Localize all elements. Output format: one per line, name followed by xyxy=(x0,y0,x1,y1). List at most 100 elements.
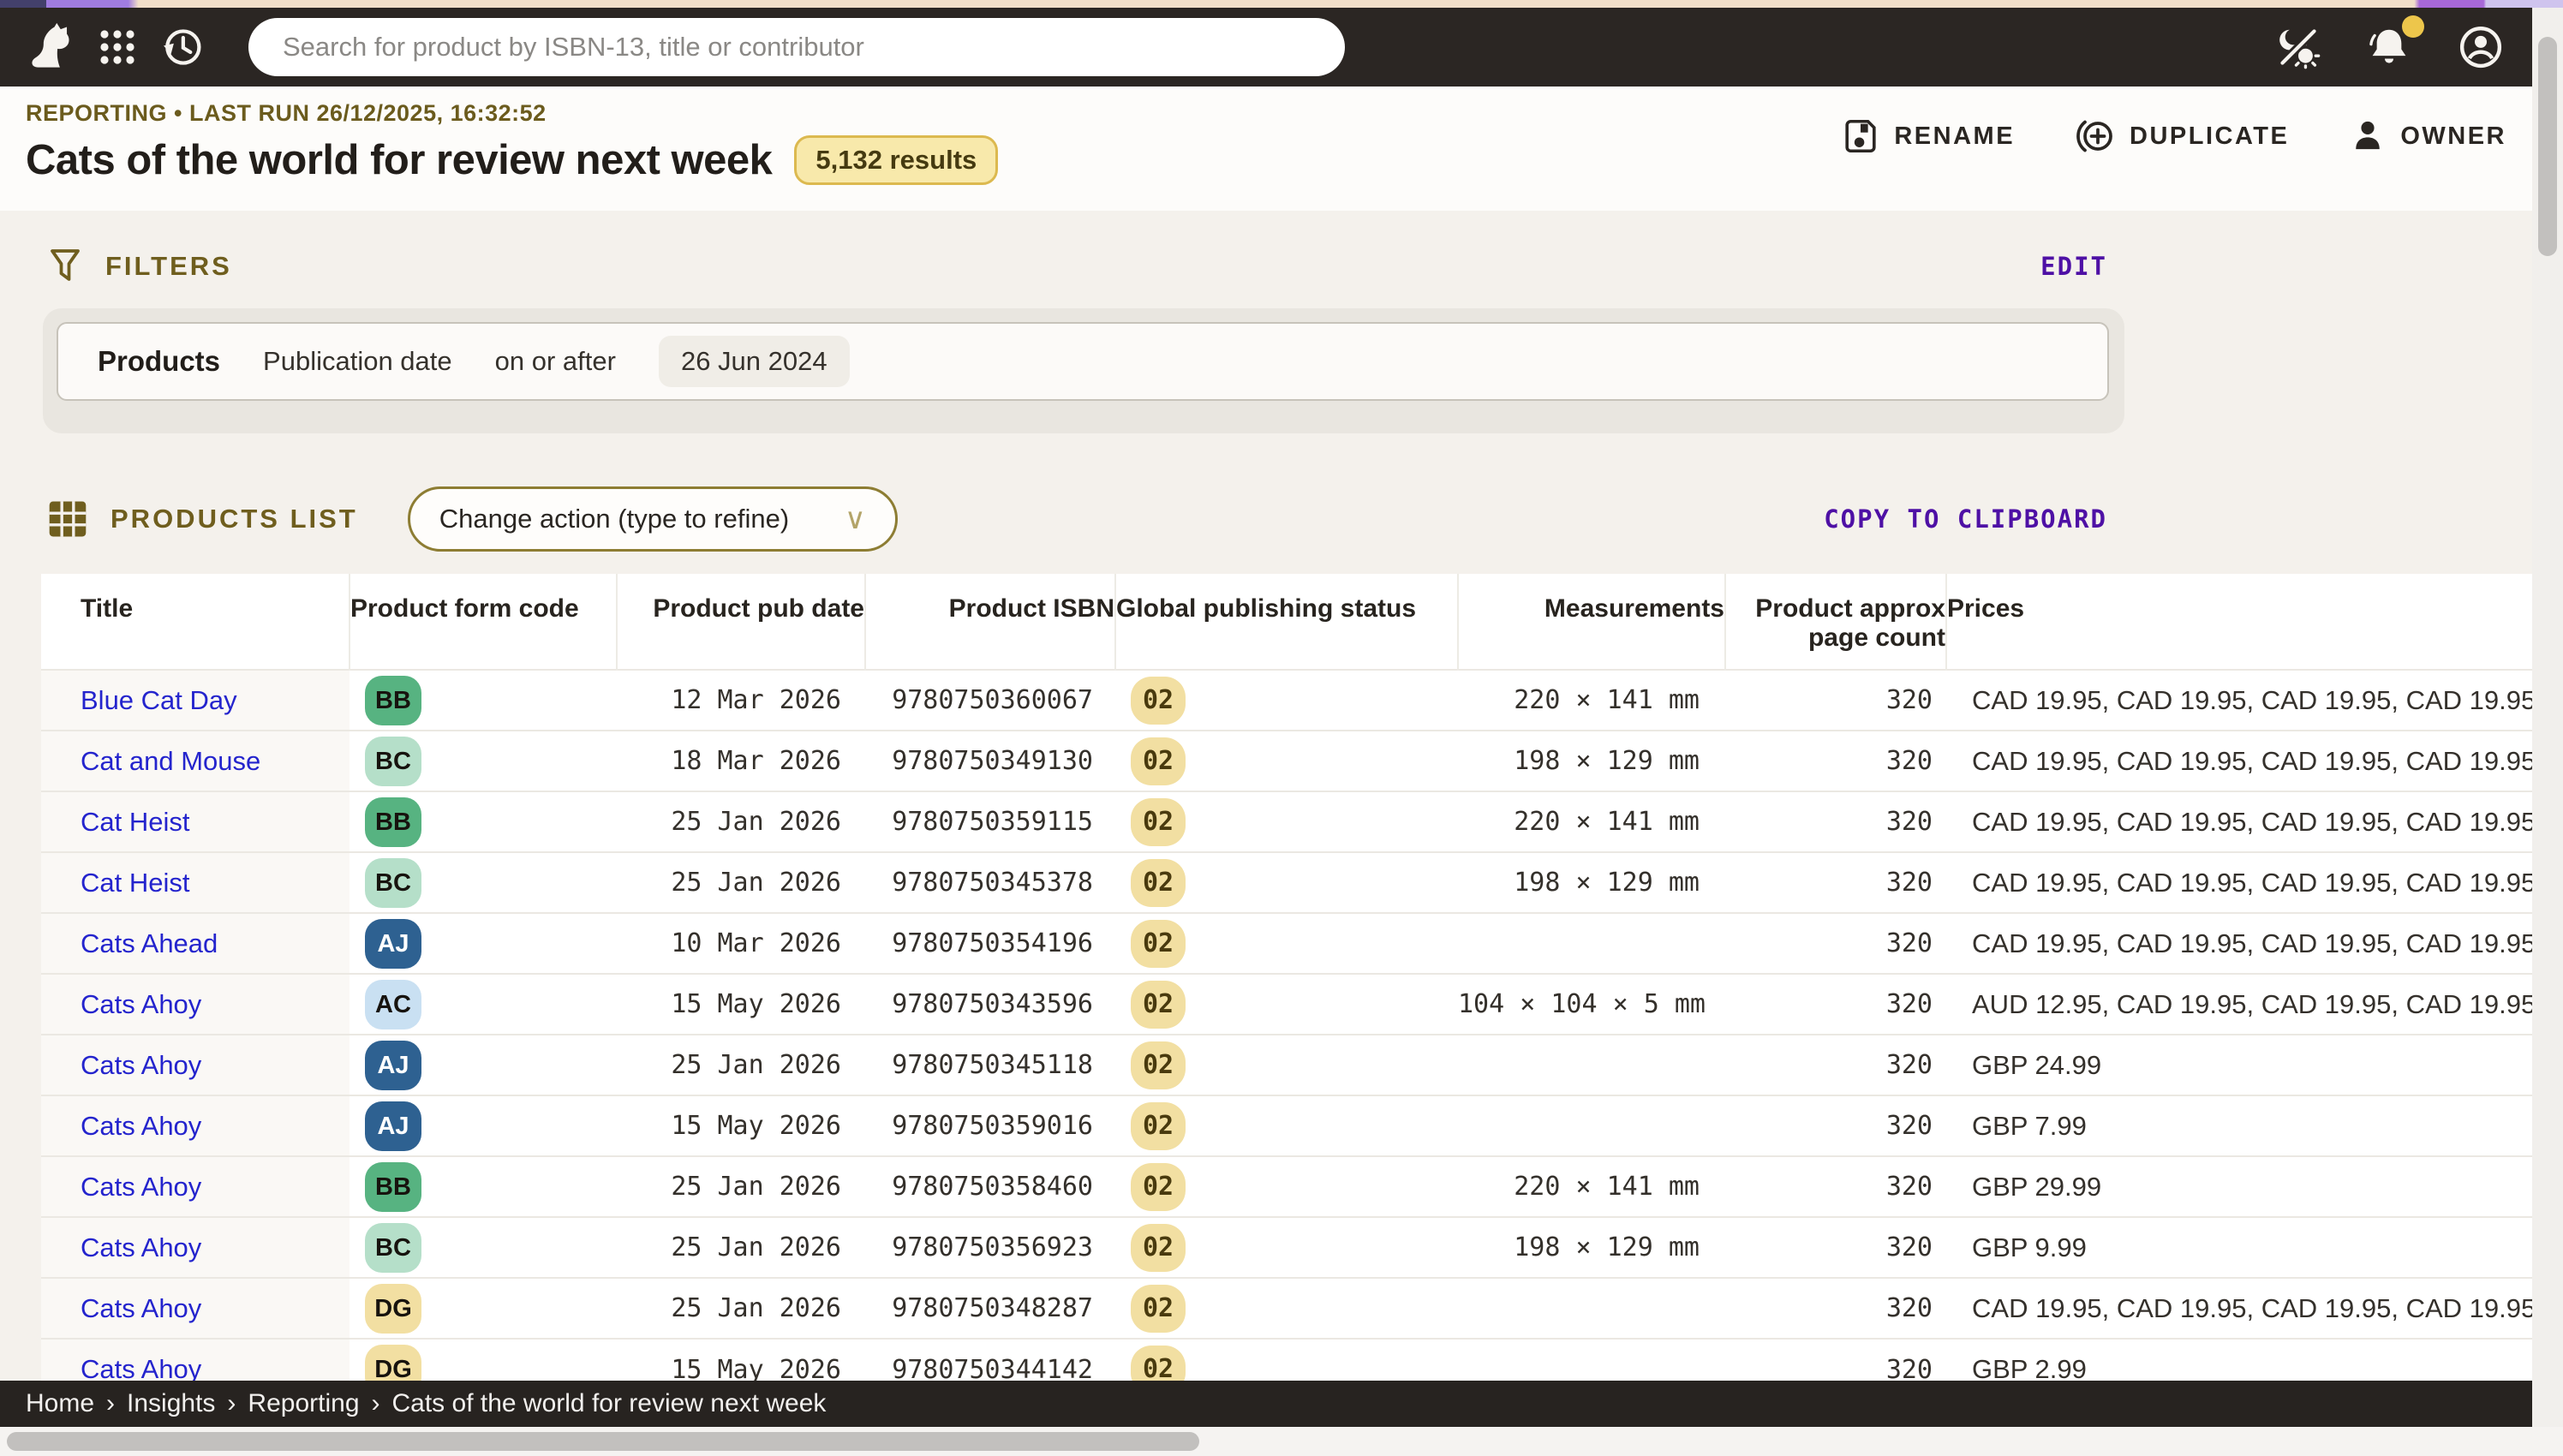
table-row: Cats AhoyAJ15 May 2026978075035901602320… xyxy=(41,1095,2563,1156)
cell-status: 02 xyxy=(1115,670,1458,731)
cell-title: Cats Ahoy xyxy=(41,1217,350,1278)
cat-logo[interactable] xyxy=(26,22,75,72)
table-row: Cats AhoyAJ25 Jan 2026978075034511802320… xyxy=(41,1035,2563,1095)
cell-prices: GBP 29.99 xyxy=(1946,1156,2563,1217)
publishing-status-badge: 02 xyxy=(1131,1102,1186,1150)
products-table-wrap: TitleProduct form codeProduct pub datePr… xyxy=(41,574,2563,1399)
cell-pages: 320 xyxy=(1725,1156,1946,1217)
form-code-badge: BB xyxy=(365,676,421,725)
table-body: Blue Cat DayBB12 Mar 2026978075036006702… xyxy=(41,670,2563,1399)
cell-pages: 320 xyxy=(1725,731,1946,791)
cell-status: 02 xyxy=(1115,974,1458,1035)
publishing-status-badge: 02 xyxy=(1131,920,1186,968)
vertical-scrollbar-track xyxy=(2532,8,2563,1427)
theme-toggle-icon[interactable] xyxy=(2275,24,2321,70)
column-header: Measurements xyxy=(1458,574,1725,670)
cell-form: AC xyxy=(350,974,617,1035)
publishing-status-badge: 02 xyxy=(1131,981,1186,1029)
cell-date: 12 Mar 2026 xyxy=(617,670,865,731)
table-grid-icon xyxy=(47,499,88,539)
cell-meas xyxy=(1458,1095,1725,1156)
cell-form: BC xyxy=(350,1217,617,1278)
rename-button[interactable]: RENAME xyxy=(1841,116,2015,156)
product-title-link[interactable]: Cats Ahead xyxy=(81,928,218,958)
table-row: Cat and MouseBC18 Mar 202697807503491300… xyxy=(41,731,2563,791)
cell-meas: 220 × 141 mm xyxy=(1458,791,1725,852)
cell-pages: 320 xyxy=(1725,913,1946,974)
cell-isbn: 9780750356923 xyxy=(865,1217,1115,1278)
cell-prices: CAD 19.95, CAD 19.95, CAD 19.95, CAD 19.… xyxy=(1946,731,2563,791)
cell-status: 02 xyxy=(1115,1217,1458,1278)
product-title-link[interactable]: Cats Ahoy xyxy=(81,1232,201,1262)
product-title-link[interactable]: Cats Ahoy xyxy=(81,1293,201,1323)
topbar xyxy=(0,8,2563,87)
product-title-link[interactable]: Cat Heist xyxy=(81,868,189,898)
products-list-section: PRODUCTS LIST Change action (type to ref… xyxy=(0,486,2563,1399)
breadcrumb-link[interactable]: Cats of the world for review next week xyxy=(392,1389,827,1417)
product-title-link[interactable]: Cats Ahoy xyxy=(81,989,201,1019)
filter-entity: Products xyxy=(98,345,220,378)
filters-heading: FILTERS xyxy=(105,251,232,282)
form-code-badge: AJ xyxy=(365,1101,421,1151)
cell-form: AJ xyxy=(350,1095,617,1156)
cell-date: 10 Mar 2026 xyxy=(617,913,865,974)
rename-label: RENAME xyxy=(1894,122,2015,151)
cell-isbn: 9780750359016 xyxy=(865,1095,1115,1156)
copy-to-clipboard-link[interactable]: COPY TO CLIPBOARD xyxy=(1824,504,2107,534)
column-header: Title xyxy=(41,574,350,670)
apps-grid-icon[interactable] xyxy=(98,27,137,67)
cell-isbn: 9780750345378 xyxy=(865,852,1115,913)
cell-isbn: 9780750359115 xyxy=(865,791,1115,852)
change-action-select[interactable]: Change action (type to refine) ∨ xyxy=(408,486,898,552)
chevron-down-icon: ∨ xyxy=(845,502,866,536)
account-icon[interactable] xyxy=(2457,23,2505,71)
column-header: Global publishing status xyxy=(1115,574,1458,670)
cell-isbn: 9780750349130 xyxy=(865,731,1115,791)
cell-title: Cats Ahead xyxy=(41,913,350,974)
history-icon[interactable] xyxy=(159,24,206,70)
duplicate-button[interactable]: DUPLICATE xyxy=(2075,116,2289,157)
vertical-scrollbar-thumb[interactable] xyxy=(2538,37,2557,256)
filter-value-chip[interactable]: 26 Jun 2024 xyxy=(659,336,850,387)
form-code-badge: BB xyxy=(365,1162,421,1212)
results-count-badge: 5,132 results xyxy=(794,135,998,185)
cell-status: 02 xyxy=(1115,791,1458,852)
horizontal-scrollbar-track xyxy=(0,1427,2563,1456)
cell-prices: CAD 19.95, CAD 19.95, CAD 19.95, CAD 19.… xyxy=(1946,670,2563,731)
breadcrumb-link[interactable]: Insights xyxy=(127,1389,215,1417)
product-title-link[interactable]: Cats Ahoy xyxy=(81,1050,201,1080)
publishing-status-badge: 02 xyxy=(1131,1041,1186,1089)
change-action-value: Change action (type to refine) xyxy=(439,504,789,534)
owner-button[interactable]: OWNER xyxy=(2349,117,2506,155)
breadcrumb-separator: › xyxy=(227,1389,236,1417)
product-title-link[interactable]: Cats Ahoy xyxy=(81,1354,201,1384)
cell-title: Cats Ahoy xyxy=(41,1278,350,1339)
breadcrumb-link[interactable]: Home xyxy=(26,1389,94,1417)
horizontal-scrollbar-thumb[interactable] xyxy=(7,1432,1199,1451)
cell-title: Cats Ahoy xyxy=(41,1095,350,1156)
page-title: Cats of the world for review next week xyxy=(26,136,772,184)
cell-meas: 104 × 104 × 5 mm xyxy=(1458,974,1725,1035)
cell-isbn: 9780750343596 xyxy=(865,974,1115,1035)
cell-date: 18 Mar 2026 xyxy=(617,731,865,791)
product-title-link[interactable]: Cat and Mouse xyxy=(81,746,260,776)
product-title-link[interactable]: Cat Heist xyxy=(81,807,189,837)
product-title-link[interactable]: Cats Ahoy xyxy=(81,1111,201,1141)
cell-pages: 320 xyxy=(1725,1217,1946,1278)
cell-prices: CAD 19.95, CAD 19.95, CAD 19.95, CAD 19.… xyxy=(1946,913,2563,974)
notification-badge xyxy=(2402,15,2424,38)
notifications-bell-icon[interactable] xyxy=(2366,24,2412,70)
form-code-badge: BC xyxy=(365,737,421,786)
cell-isbn: 9780750354196 xyxy=(865,913,1115,974)
cell-meas: 220 × 141 mm xyxy=(1458,1156,1725,1217)
filter-operator: on or after xyxy=(495,346,616,377)
edit-filters-link[interactable]: EDIT xyxy=(2040,252,2107,281)
table-row: Cats AhoyDG25 Jan 2026978075034828702320… xyxy=(41,1278,2563,1339)
product-title-link[interactable]: Cats Ahoy xyxy=(81,1172,201,1202)
search-input[interactable] xyxy=(283,32,1311,63)
product-title-link[interactable]: Blue Cat Day xyxy=(81,685,237,715)
filter-field: Publication date xyxy=(263,346,452,377)
breadcrumb-link[interactable]: Reporting xyxy=(248,1389,359,1417)
global-search xyxy=(248,18,1345,76)
cell-status: 02 xyxy=(1115,1095,1458,1156)
